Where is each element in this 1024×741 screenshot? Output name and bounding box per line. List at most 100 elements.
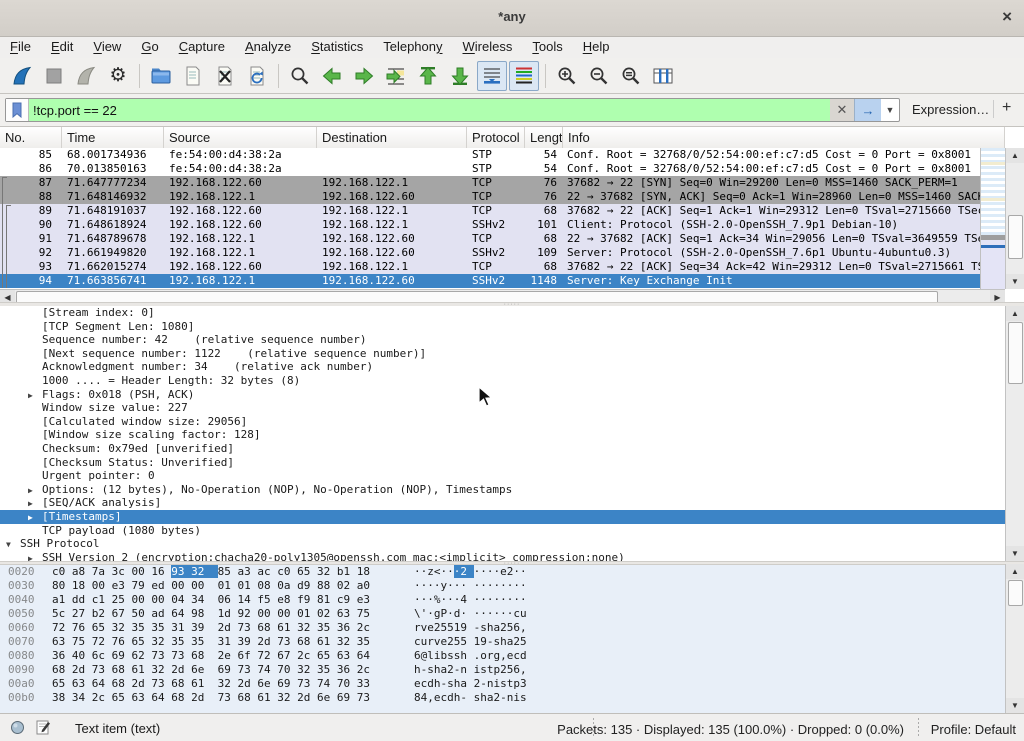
packet-row-86[interactable]: 8670.013850163fe:54:00:d4:38:2aSTP54Conf… — [0, 162, 980, 176]
menu-wireless[interactable]: Wireless — [453, 37, 523, 58]
packet-row-88[interactable]: 8871.648146932192.168.122.1192.168.122.6… — [0, 190, 980, 204]
menu-statistics[interactable]: Statistics — [301, 37, 373, 58]
scroll-down-icon[interactable]: ▼ — [1006, 698, 1024, 713]
scroll-up-icon[interactable]: ▲ — [1006, 564, 1024, 579]
close-window-icon[interactable]: × — [1002, 7, 1012, 27]
detail-line[interactable]: [TCP Segment Len: 1080] — [0, 320, 1024, 334]
scroll-down-icon[interactable]: ▼ — [1006, 274, 1024, 289]
column-header-destination[interactable]: Destination — [317, 127, 467, 148]
menu-go[interactable]: Go — [131, 37, 168, 58]
hex-row-0070[interactable]: 007063 75 72 76 65 32 35 35 31 39 2d 73 … — [0, 635, 1024, 649]
colorize-icon[interactable] — [509, 61, 539, 91]
reload-file-icon[interactable] — [242, 61, 272, 91]
detail-line[interactable]: [Window size scaling factor: 128] — [0, 428, 1024, 442]
auto-scroll-icon[interactable] — [477, 61, 507, 91]
detail-line[interactable]: [Next sequence number: 1122 (relative se… — [0, 347, 1024, 361]
menu-analyze[interactable]: Analyze — [235, 37, 301, 58]
menu-capture[interactable]: Capture — [169, 37, 235, 58]
hex-row-00a0[interactable]: 00a065 63 64 68 2d 73 68 61 32 2d 6e 69 … — [0, 677, 1024, 691]
detail-line[interactable]: TCP payload (1080 bytes) — [0, 524, 1024, 538]
hex-row-0060[interactable]: 006072 76 65 32 35 35 31 39 2d 73 68 61 … — [0, 621, 1024, 635]
packet-list-header[interactable]: No.TimeSourceDestinationProtocolLengthIn… — [0, 127, 1005, 149]
detail-line[interactable]: Checksum: 0x79ed [unverified] — [0, 442, 1024, 456]
zoom-out-icon[interactable] — [584, 61, 614, 91]
detail-line[interactable]: ▼SSH Protocol — [0, 537, 1024, 551]
detail-line[interactable]: Urgent pointer: 0 — [0, 469, 1024, 483]
column-header-length[interactable]: Length — [525, 127, 563, 148]
detail-line[interactable]: Sequence number: 42 (relative sequence n… — [0, 333, 1024, 347]
go-first-icon[interactable] — [413, 61, 443, 91]
scrollbar-thumb[interactable] — [1008, 580, 1023, 606]
hex-row-0020[interactable]: 0020c0 a8 7a 3c 00 16 93 32 85 a3 ac c0 … — [0, 565, 1024, 579]
filter-dropdown-icon[interactable]: ▼ — [881, 99, 899, 121]
packet-row-87[interactable]: 8771.647777234192.168.122.60192.168.122.… — [0, 176, 980, 190]
detail-line[interactable]: Window size value: 227 — [0, 401, 1024, 415]
expander-icon[interactable]: ▼ — [6, 538, 20, 551]
go-back-icon[interactable] — [317, 61, 347, 91]
hex-row-0050[interactable]: 00505c 27 b2 67 50 ad 64 98 1d 92 00 00 … — [0, 607, 1024, 621]
detail-line[interactable]: [Stream index: 0] — [0, 306, 1024, 320]
expander-icon[interactable]: ▶ — [28, 497, 42, 510]
zoom-original-icon[interactable] — [616, 61, 646, 91]
expander-icon[interactable]: ▶ — [28, 389, 42, 402]
expander-icon[interactable]: ▶ — [28, 511, 42, 524]
column-header-info[interactable]: Info — [563, 127, 1005, 148]
hex-row-0030[interactable]: 003080 18 00 e3 79 ed 00 00 01 01 08 0a … — [0, 579, 1024, 593]
detail-line[interactable]: [Calculated window size: 29056] — [0, 415, 1024, 429]
capture-options-icon[interactable]: ⚙ — [103, 61, 133, 91]
expander-icon[interactable]: ▶ — [28, 484, 42, 497]
scrollbar-thumb[interactable] — [1008, 215, 1023, 259]
packet-list-minimap[interactable] — [980, 148, 1005, 289]
filter-clear-icon[interactable]: ✕ — [830, 99, 854, 121]
menu-edit[interactable]: Edit — [41, 37, 83, 58]
open-file-icon[interactable] — [146, 61, 176, 91]
menu-help[interactable]: Help — [573, 37, 620, 58]
restart-capture-icon[interactable] — [71, 61, 101, 91]
hex-row-0040[interactable]: 0040a1 dd c1 25 00 00 04 34 06 14 f5 e8 … — [0, 593, 1024, 607]
column-header-source[interactable]: Source — [164, 127, 317, 148]
packet-row-93[interactable]: 9371.662015274192.168.122.60192.168.122.… — [0, 260, 980, 274]
find-packet-icon[interactable] — [285, 61, 315, 91]
packet-list-hscrollbar[interactable]: ◀ ▶ — [0, 289, 1005, 303]
go-to-packet-icon[interactable] — [381, 61, 411, 91]
go-last-icon[interactable] — [445, 61, 475, 91]
add-filter-button[interactable]: + — [1002, 99, 1011, 117]
display-filter-input[interactable] — [29, 99, 830, 121]
capture-comment-icon[interactable] — [35, 719, 51, 738]
details-vscrollbar[interactable]: ▲ ▼ — [1005, 306, 1024, 561]
display-filter-field[interactable]: ✕ → ▼ — [5, 98, 900, 122]
scroll-down-icon[interactable]: ▼ — [1006, 546, 1024, 561]
menu-telephony[interactable]: Telephony — [373, 37, 452, 58]
resize-columns-icon[interactable] — [648, 61, 678, 91]
scroll-up-icon[interactable]: ▲ — [1006, 306, 1024, 321]
save-file-icon[interactable] — [178, 61, 208, 91]
scroll-up-icon[interactable]: ▲ — [1006, 148, 1024, 163]
packet-row-91[interactable]: 9171.648789678192.168.122.1192.168.122.6… — [0, 232, 980, 246]
filter-bookmark-icon[interactable] — [6, 99, 29, 121]
expander-icon[interactable]: ▶ — [28, 552, 42, 561]
packet-row-94[interactable]: 9471.663856741192.168.122.1192.168.122.6… — [0, 274, 980, 288]
expert-info-icon[interactable] — [10, 720, 25, 738]
filter-apply-icon[interactable]: → — [854, 99, 881, 121]
packet-row-89[interactable]: 8971.648191037192.168.122.60192.168.122.… — [0, 204, 980, 218]
detail-line[interactable]: 1000 .... = Header Length: 32 bytes (8) — [0, 374, 1024, 388]
bytes-vscrollbar[interactable]: ▲ ▼ — [1005, 564, 1024, 713]
detail-line[interactable]: ▶Flags: 0x018 (PSH, ACK) — [0, 388, 1024, 402]
go-forward-icon[interactable] — [349, 61, 379, 91]
column-header-no[interactable]: No. — [0, 127, 62, 148]
detail-line[interactable]: [Checksum Status: Unverified] — [0, 456, 1024, 470]
stop-capture-icon[interactable] — [39, 61, 69, 91]
expression-button[interactable]: Expression… — [912, 102, 989, 117]
menu-file[interactable]: File — [0, 37, 41, 58]
packet-row-90[interactable]: 9071.648618924192.168.122.60192.168.122.… — [0, 218, 980, 232]
zoom-in-icon[interactable] — [552, 61, 582, 91]
packet-row-92[interactable]: 9271.661949820192.168.122.1192.168.122.6… — [0, 246, 980, 260]
column-header-time[interactable]: Time — [62, 127, 164, 148]
hex-row-00b0[interactable]: 00b038 34 2c 65 63 64 68 2d 73 68 61 32 … — [0, 691, 1024, 705]
column-header-protocol[interactable]: Protocol — [467, 127, 525, 148]
detail-line[interactable]: ▶Options: (12 bytes), No-Operation (NOP)… — [0, 483, 1024, 497]
profile-text[interactable]: Profile: Default — [931, 722, 1016, 737]
close-file-icon[interactable] — [210, 61, 240, 91]
packet-list-vscrollbar[interactable]: ▲ ▼ — [1005, 148, 1024, 289]
detail-line[interactable]: ▶[Timestamps] — [0, 510, 1024, 524]
